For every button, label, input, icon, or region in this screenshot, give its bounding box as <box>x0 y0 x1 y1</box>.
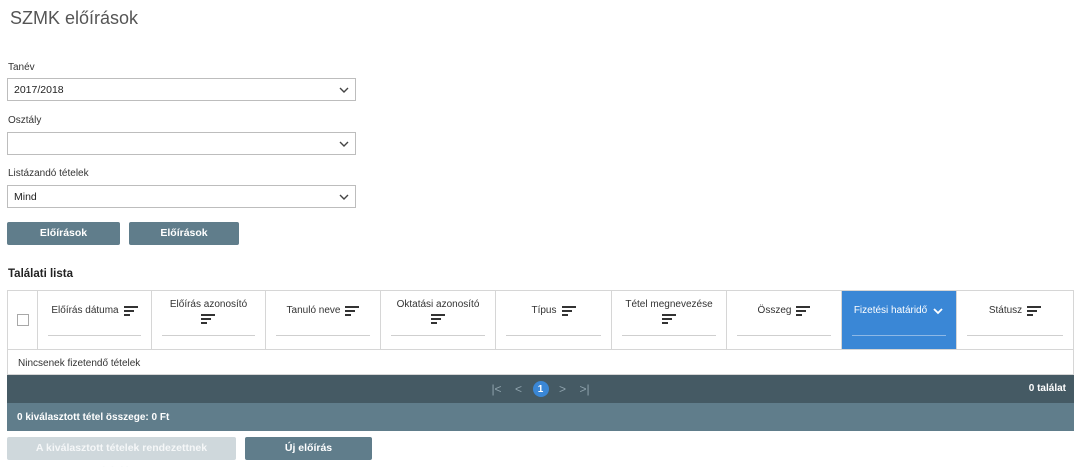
last-page-icon[interactable]: >| <box>574 380 596 398</box>
column-title: Előírás azonosító <box>169 298 248 310</box>
column-title: Tétel megnevezése <box>625 298 713 310</box>
column-filter-input[interactable] <box>162 335 255 336</box>
pager: |< < 1 > >| 0 találat <box>7 375 1074 403</box>
next-page-icon[interactable]: > <box>552 380 574 398</box>
select-all-checkbox[interactable] <box>16 314 29 326</box>
chevron-down-icon <box>339 194 349 200</box>
items-value: Mind <box>14 191 37 203</box>
page-title: SZMK előírások <box>10 8 139 28</box>
column-filter-input[interactable] <box>48 335 141 336</box>
mark-settled-button[interactable]: A kiválasztott tételek rendezettnek jelö… <box>7 437 236 467</box>
chevron-down-icon[interactable] <box>932 306 944 316</box>
sort-icon[interactable] <box>345 306 360 316</box>
column-header[interactable]: Típus <box>496 291 612 349</box>
column-filter-input[interactable] <box>391 335 485 336</box>
year-select[interactable]: 2017/2018 <box>7 78 356 101</box>
items-select[interactable]: Mind <box>7 185 356 208</box>
chevron-down-icon <box>339 87 349 93</box>
download-button[interactable]: Előírások letöltése <box>129 222 239 262</box>
sort-icon[interactable] <box>430 313 445 324</box>
sort-icon[interactable] <box>123 306 138 316</box>
year-label: Tanév <box>8 62 35 73</box>
column-filter-input[interactable] <box>852 335 946 336</box>
column-header-active[interactable]: Fizetési határidő <box>842 291 957 349</box>
selection-summary: 0 kiválasztott tétel összege: 0 Ft <box>7 403 1074 431</box>
column-title: Előírás dátuma <box>51 305 119 316</box>
column-header[interactable]: Oktatási azonosító <box>381 291 496 349</box>
sort-icon[interactable] <box>796 306 811 316</box>
current-page-button[interactable]: 1 <box>532 381 549 397</box>
column-filter-input[interactable] <box>506 335 601 336</box>
column-filter-input[interactable] <box>276 335 370 336</box>
column-header[interactable]: Előírás azonosító <box>152 291 266 349</box>
first-page-icon[interactable]: |< <box>486 380 508 398</box>
select-all-cell <box>8 291 38 349</box>
sort-icon[interactable] <box>201 313 216 324</box>
column-filter-input[interactable] <box>737 335 831 336</box>
sort-icon[interactable] <box>1027 306 1042 316</box>
chevron-down-icon <box>339 141 349 147</box>
prev-page-icon[interactable]: < <box>508 380 530 398</box>
year-value: 2017/2018 <box>14 84 64 96</box>
column-filter-input[interactable] <box>622 335 716 336</box>
column-header[interactable]: Tétel megnevezése <box>612 291 727 349</box>
column-header[interactable]: Előírás dátuma <box>38 291 152 349</box>
column-filter-input[interactable] <box>967 335 1063 336</box>
list-button[interactable]: Előírások listázása <box>7 222 120 262</box>
column-title: Típus <box>531 305 557 316</box>
grid-header: Előírás dátuma Előírás azonosító Tanuló … <box>7 290 1074 349</box>
result-count: 0 találat <box>1028 383 1066 394</box>
column-header[interactable]: Tanuló neve <box>266 291 381 349</box>
class-label: Osztály <box>8 115 42 126</box>
column-title: Oktatási azonosító <box>396 298 480 310</box>
sort-icon[interactable] <box>662 313 676 324</box>
column-title: Tanuló neve <box>286 305 341 316</box>
new-entry-button[interactable]: Új előírás létrehozása <box>245 437 372 467</box>
empty-message: Nincsenek fizetendő tételek <box>7 349 1074 375</box>
column-header[interactable]: Összeg <box>727 291 842 349</box>
class-select[interactable] <box>7 132 356 155</box>
items-label: Listázandó tételek <box>8 168 89 179</box>
column-title: Összeg <box>757 305 792 316</box>
results-grid: Előírás dátuma Előírás azonosító Tanuló … <box>7 290 1074 431</box>
sort-icon[interactable] <box>561 306 576 316</box>
column-title: Státusz <box>988 305 1023 316</box>
results-title: Találati lista <box>8 268 73 280</box>
column-header[interactable]: Státusz <box>957 291 1073 349</box>
column-title: Fizetési határidő <box>853 305 928 316</box>
